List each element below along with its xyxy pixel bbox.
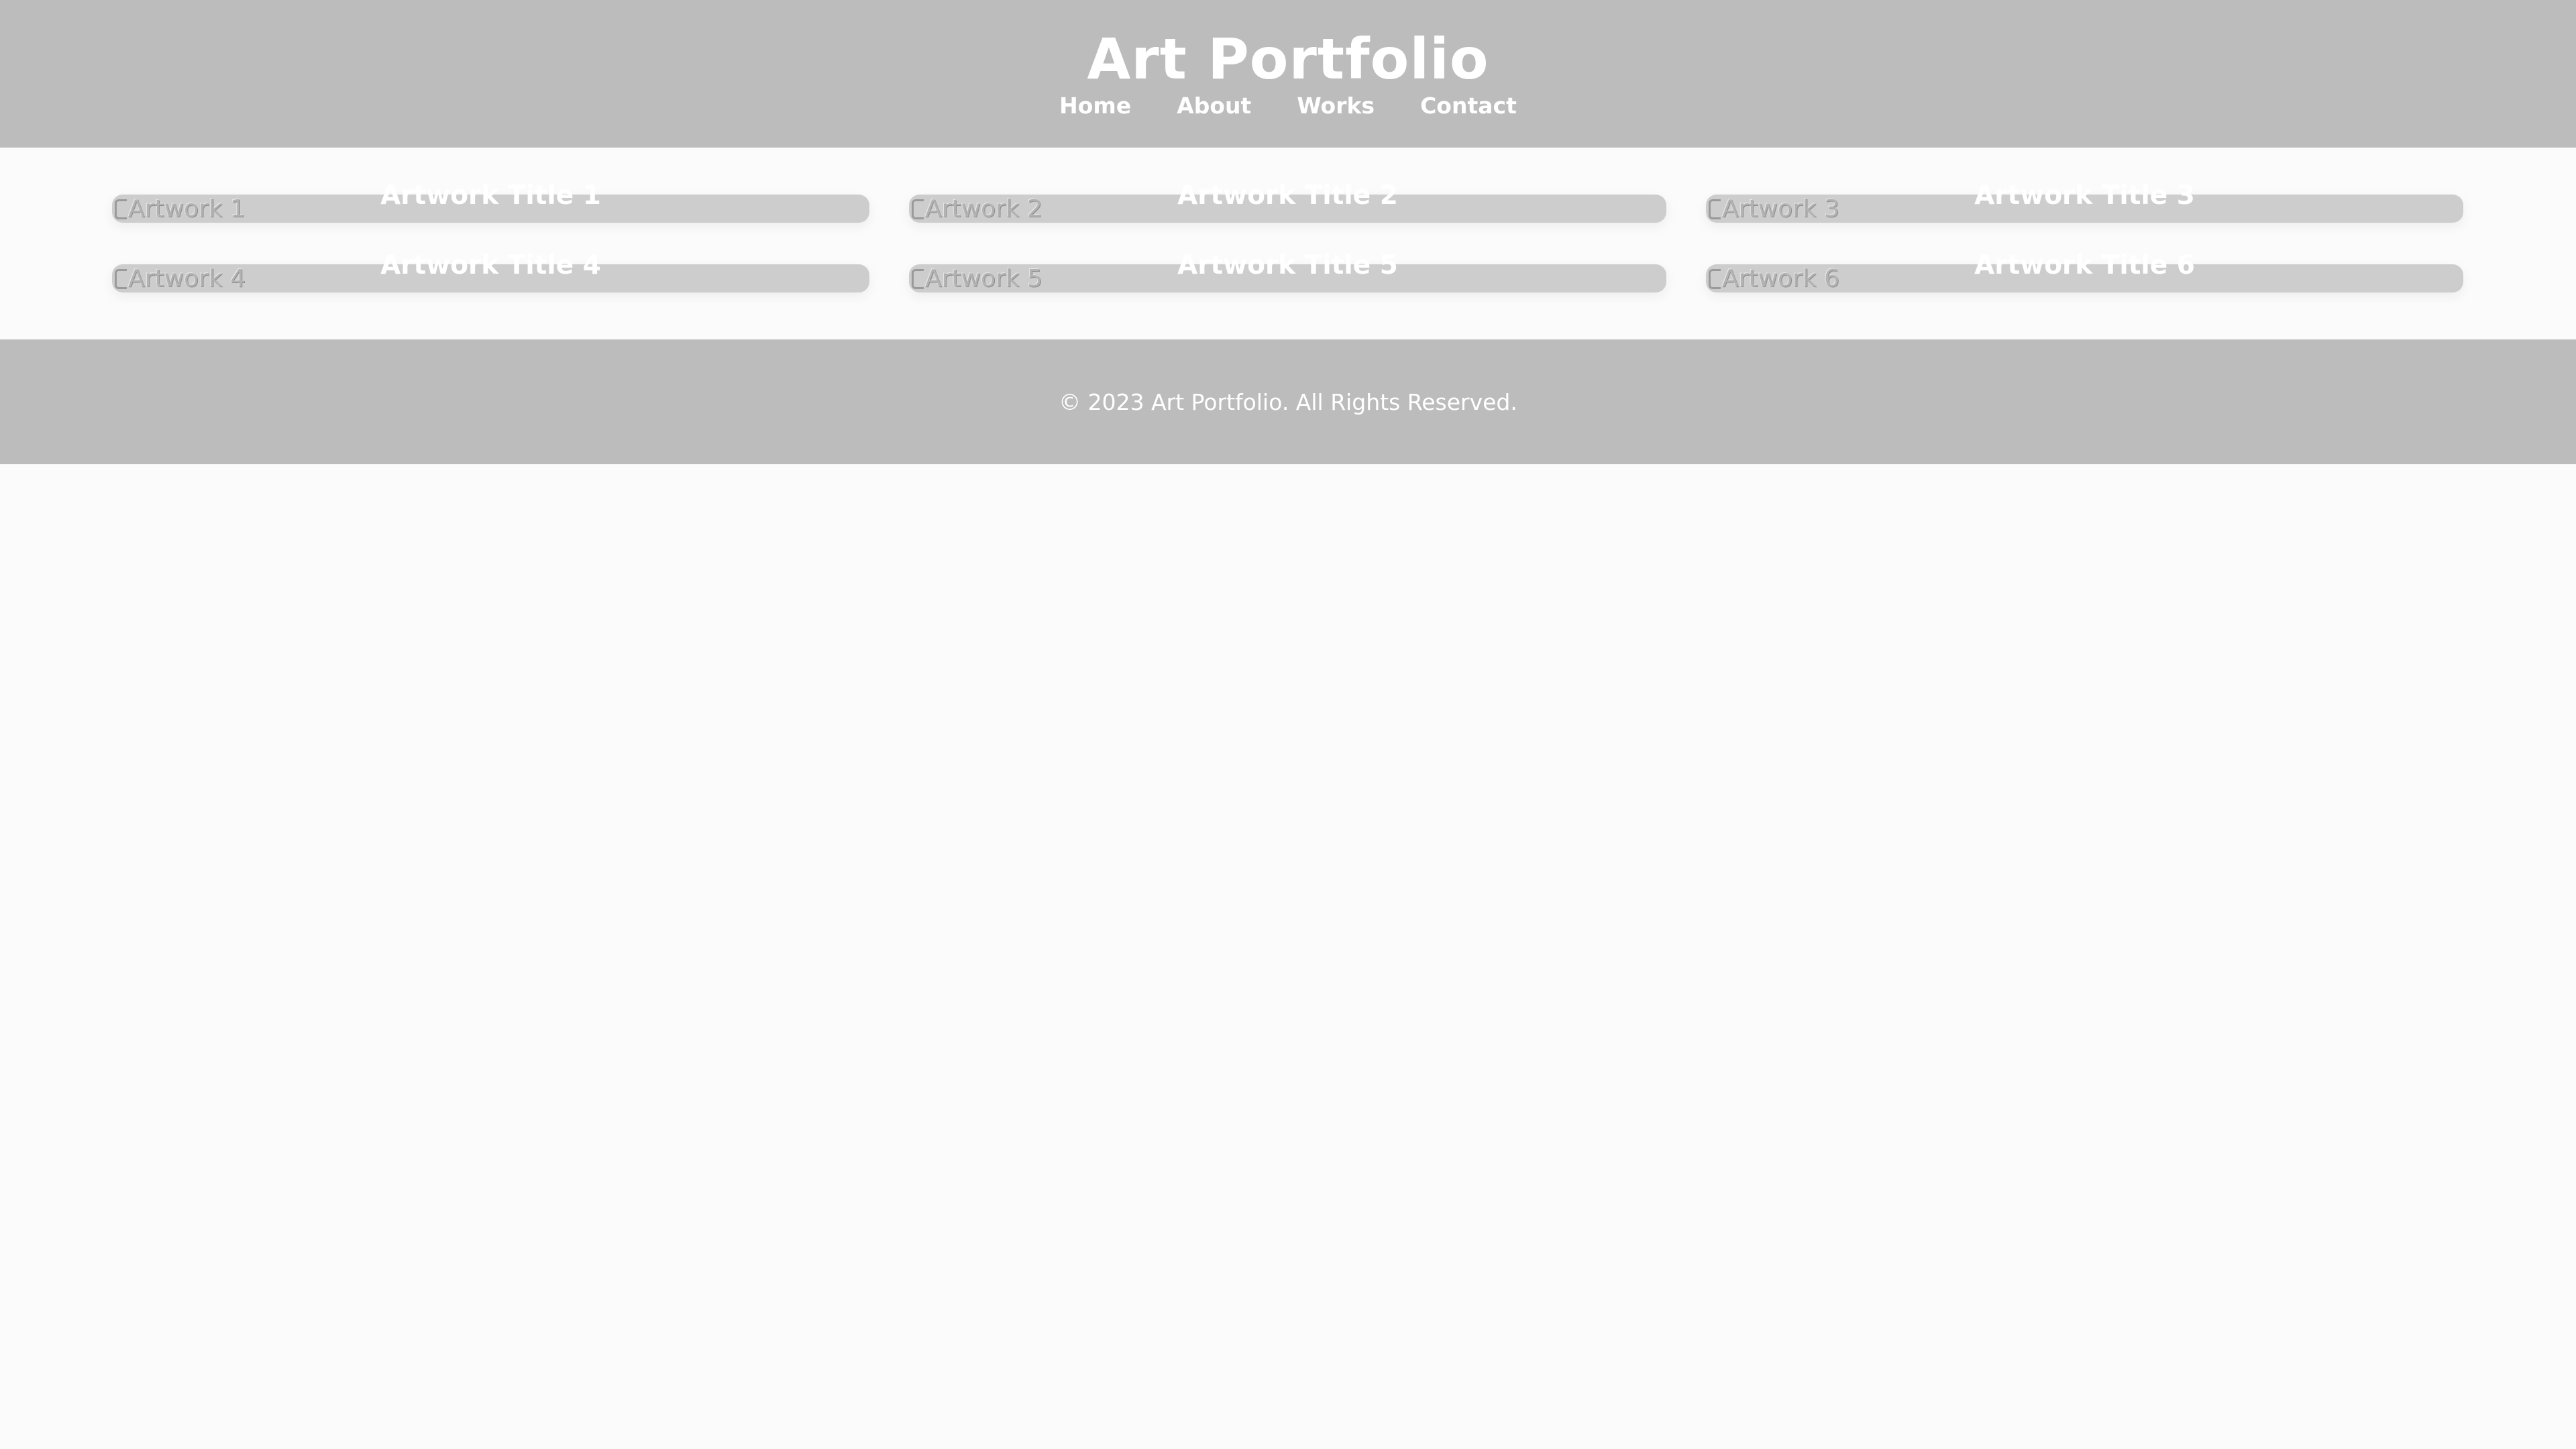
artwork-card[interactable]: Artwork 4 Artwork Title 4 — [112, 250, 869, 292]
nav-link-home[interactable]: Home — [1059, 91, 1131, 121]
artwork-title: Artwork Title 5 — [1177, 250, 1398, 280]
site-title: Art Portfolio — [1087, 26, 1489, 92]
artwork-title: Artwork Title 4 — [380, 250, 601, 280]
artwork-title: Artwork Title 2 — [1177, 180, 1398, 211]
artwork-gallery: Artwork 1 Artwork Title 1 Artwork 2 Artw… — [112, 180, 2463, 292]
artwork-card[interactable]: Artwork 2 Artwork Title 2 — [909, 180, 1666, 223]
site-header: Art Portfolio Home About Works Contact — [0, 0, 2576, 148]
artwork-card[interactable]: Artwork 6 Artwork Title 6 — [1706, 250, 2463, 292]
artwork-card[interactable]: Artwork 3 Artwork Title 3 — [1706, 180, 2463, 223]
artwork-card[interactable]: Artwork 5 Artwork Title 5 — [909, 250, 1666, 292]
artwork-title: Artwork Title 6 — [1974, 250, 2195, 280]
site-footer: © 2023 Art Portfolio. All Rights Reserve… — [0, 339, 2576, 464]
main-nav: Home About Works Contact — [0, 91, 2576, 121]
artwork-title: Artwork Title 3 — [1974, 180, 2195, 211]
nav-link-about[interactable]: About — [1177, 91, 1251, 121]
nav-link-works[interactable]: Works — [1297, 91, 1375, 121]
artwork-card[interactable]: Artwork 1 Artwork Title 1 — [112, 180, 869, 223]
copyright-text: © 2023 Art Portfolio. All Rights Reserve… — [1059, 389, 1517, 415]
nav-link-contact[interactable]: Contact — [1420, 91, 1517, 121]
artwork-title: Artwork Title 1 — [380, 180, 601, 211]
